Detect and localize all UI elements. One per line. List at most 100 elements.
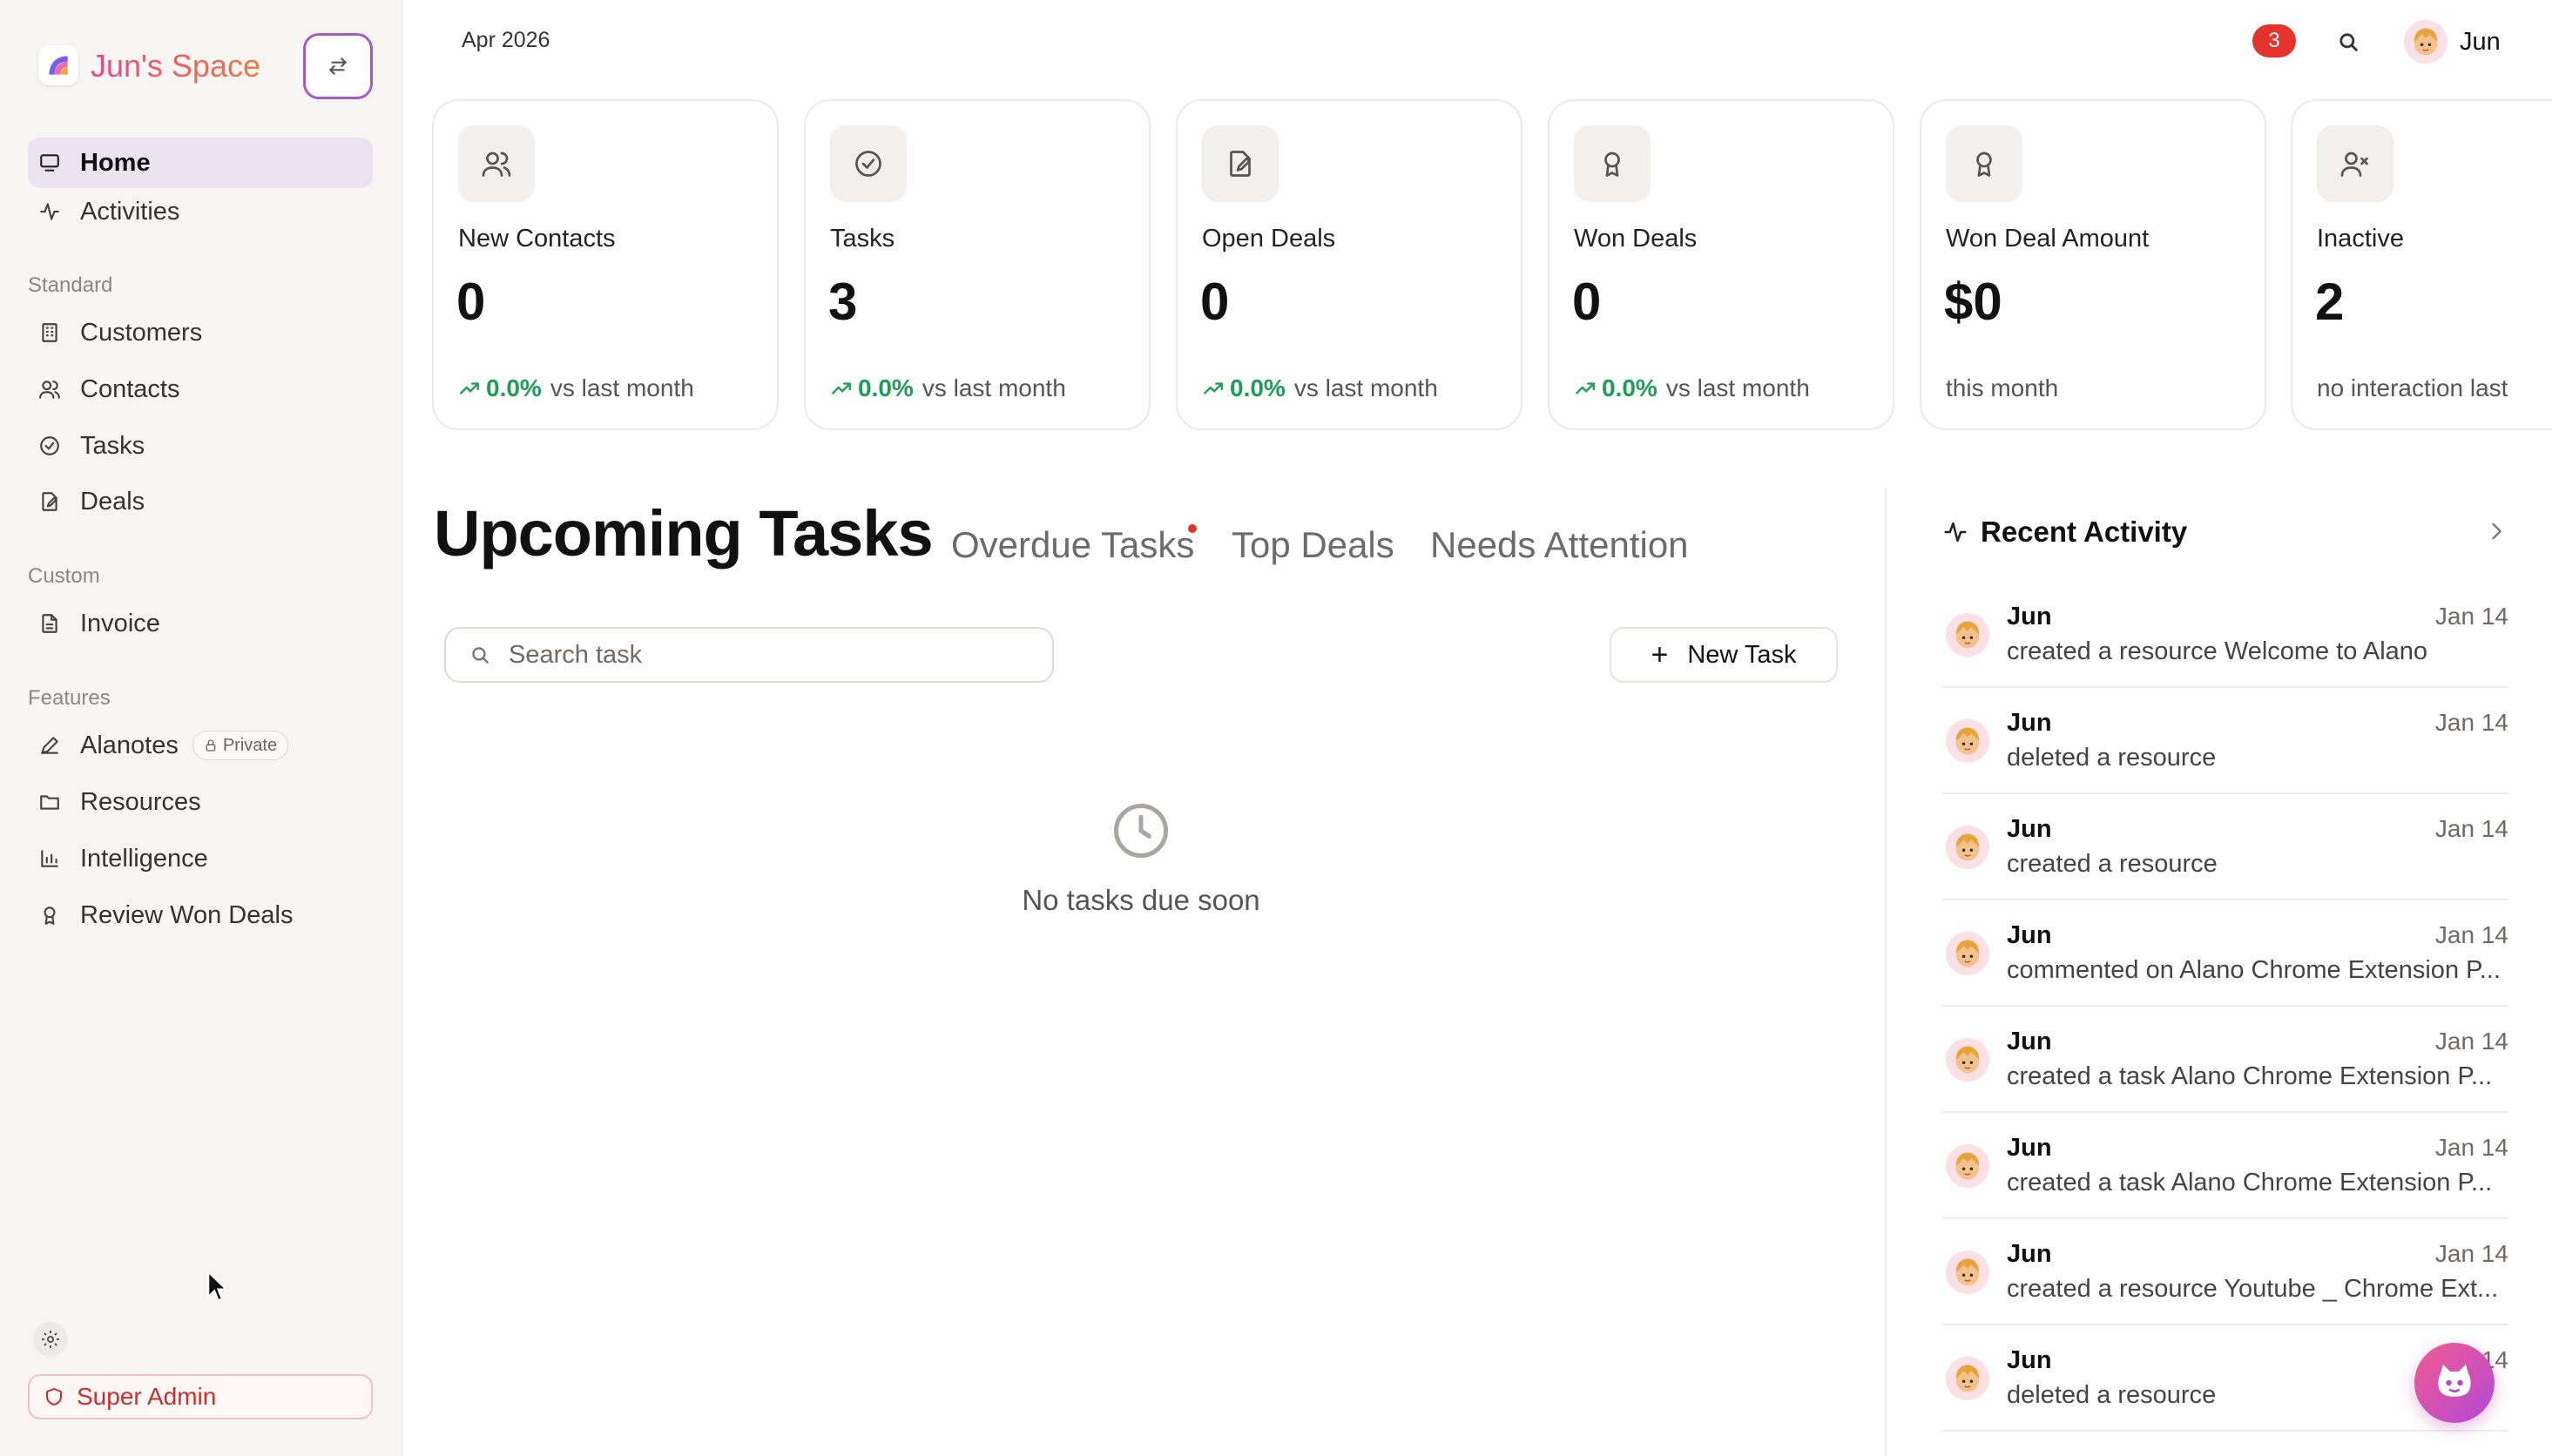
monitor-icon — [38, 152, 61, 174]
sidebar-item-home[interactable]: Home — [28, 138, 373, 188]
sidebar-item-customers[interactable]: Customers — [28, 307, 373, 358]
collapse-sidebar-button[interactable] — [303, 33, 373, 99]
chat-assistant-button[interactable] — [2414, 1343, 2495, 1423]
avatar — [1946, 1357, 1989, 1400]
stat-value: 0 — [1572, 273, 1602, 331]
stat-footer: 0.0% vs last month — [1574, 374, 1810, 402]
mouse-cursor-icon — [207, 1271, 227, 1301]
stat-card-new-contacts[interactable]: New Contacts 0 0.0% vs last month — [432, 99, 779, 430]
user-menu[interactable]: Jun — [2404, 17, 2501, 66]
activity-user: Jun — [2007, 1240, 2052, 1268]
stat-title: Inactive — [2317, 225, 2404, 253]
tab-overdue-tasks[interactable]: Overdue Tasks — [951, 524, 1194, 566]
tab-top-deals[interactable]: Top Deals — [1232, 524, 1394, 566]
avatar — [1946, 932, 1989, 975]
stat-change: 0.0% — [1230, 374, 1286, 401]
stat-foot-label: vs last month — [1665, 374, 1810, 401]
tab-needs-attention[interactable]: Needs Attention — [1430, 524, 1689, 566]
notification-badge[interactable]: 3 — [2252, 24, 2296, 57]
building-icon — [38, 321, 61, 344]
list-item[interactable]: Jun Jan 14 created a resource Youtube _ … — [1942, 1219, 2508, 1325]
sidebar-item-label: Deals — [80, 487, 145, 516]
stat-footer: no interaction last — [2317, 374, 2508, 402]
users-icon — [38, 378, 61, 401]
stat-footer: 0.0% vs last month — [1202, 374, 1438, 402]
check-circle-icon — [830, 125, 907, 202]
check-circle-icon — [38, 435, 61, 457]
tab-upcoming-tasks[interactable]: Upcoming Tasks — [434, 496, 934, 570]
activity-date: Jan 14 — [2434, 709, 2508, 736]
new-task-button[interactable]: + New Task — [1610, 627, 1838, 683]
list-item[interactable]: Jun Jan 14 deleted a resource — [1942, 688, 2508, 794]
task-search-input[interactable] — [509, 640, 1031, 670]
activity-description: created a resource Youtube _ Chrome Ext.… — [2007, 1275, 2499, 1303]
sidebar-item-review-won-deals[interactable]: Review Won Deals — [28, 890, 373, 940]
current-month-label[interactable]: Apr 2026 — [462, 28, 550, 53]
sidebar-item-invoice[interactable]: Invoice — [28, 598, 373, 649]
activity-description: created a task Alano Chrome Extension P.… — [2007, 1062, 2493, 1090]
activity-user: Jun — [2007, 603, 2052, 630]
sidebar-item-label: Tasks — [80, 431, 145, 460]
bar-chart-icon — [38, 847, 61, 870]
user-x-icon — [2317, 125, 2393, 202]
activity-user: Jun — [2007, 1028, 2052, 1055]
stat-card-won-deals[interactable]: Won Deals 0 0.0% vs last month — [1548, 99, 1894, 430]
stat-card-won-deal-amount[interactable]: Won Deal Amount $0 this month — [1920, 99, 2266, 430]
brand-name[interactable]: Jun's Space — [91, 47, 260, 85]
recent-activity-header[interactable]: Recent Activity — [1942, 510, 2508, 554]
task-search[interactable] — [444, 627, 1054, 683]
swap-arrows-icon — [329, 57, 347, 75]
activity-user: Jun — [2007, 709, 2052, 737]
sidebar-item-resources[interactable]: Resources — [28, 777, 373, 827]
list-item[interactable]: Jun Jan 14 created a task Alano Chrome E… — [1942, 1113, 2508, 1219]
activity-icon — [38, 200, 61, 223]
activity-date: Jan 14 — [2434, 1134, 2508, 1161]
avatar — [1946, 1250, 1989, 1294]
list-item[interactable]: Jun Jan 14 created a resource — [1942, 794, 2508, 900]
stat-foot-label: this month — [1946, 374, 2059, 401]
list-item[interactable]: Jun Jan 14 commented on Alano Chrome Ext… — [1942, 900, 2508, 1007]
list-item[interactable]: Jun Jan 14 created a task Alano Chrome E… — [1942, 1007, 2508, 1113]
stat-value: 0 — [456, 273, 486, 331]
section-label-custom: Custom — [28, 564, 100, 588]
pen-icon — [38, 734, 61, 757]
sidebar-item-intelligence[interactable]: Intelligence — [28, 833, 373, 884]
folder-icon — [38, 791, 61, 813]
super-admin-label: Super Admin — [77, 1383, 217, 1410]
overdue-indicator-dot — [1188, 524, 1197, 533]
sidebar-item-alanotes[interactable]: Alanotes Private — [28, 720, 373, 771]
stat-foot-label: vs last month — [550, 374, 694, 401]
stat-title: Tasks — [830, 225, 895, 253]
stat-card-open-deals[interactable]: Open Deals 0 0.0% vs last month — [1176, 99, 1522, 430]
file-text-icon — [38, 612, 61, 635]
plus-icon: + — [1651, 637, 1669, 671]
sidebar-item-activities[interactable]: Activities — [28, 186, 373, 237]
stat-card-inactive[interactable]: Inactive 2 no interaction last — [2291, 99, 2552, 430]
award-icon — [1946, 125, 2022, 202]
activity-date: Jan 14 — [2434, 603, 2508, 630]
activity-description: created a task Alano Chrome Extension P.… — [2007, 1169, 2493, 1196]
super-admin-button[interactable]: Super Admin — [28, 1374, 373, 1419]
activity-description: commented on Alano Chrome Extension P... — [2007, 956, 2501, 984]
settings-button[interactable] — [33, 1322, 68, 1357]
activity-user: Jun — [2007, 921, 2052, 949]
users-icon — [458, 125, 535, 202]
stat-change: 0.0% — [486, 374, 542, 401]
list-item[interactable]: Jun Jan 14 created a resource Welcome to… — [1942, 582, 2508, 688]
gear-icon — [42, 1331, 59, 1348]
avatar — [1946, 719, 1989, 763]
avatar — [1946, 613, 1989, 657]
chevron-right-icon[interactable] — [2484, 519, 2508, 543]
sidebar-item-label: Alanotes — [80, 731, 179, 759]
sidebar-item-label: Contacts — [80, 374, 180, 403]
stat-card-tasks[interactable]: Tasks 3 0.0% vs last month — [804, 99, 1151, 430]
stat-value: 0 — [1200, 273, 1230, 331]
sidebar-item-contacts[interactable]: Contacts — [28, 364, 373, 415]
sidebar-item-tasks[interactable]: Tasks — [28, 421, 373, 471]
sidebar-item-label: Invoice — [80, 609, 160, 637]
empty-state-message: No tasks due soon — [1022, 884, 1260, 916]
global-search-button[interactable] — [2331, 24, 2366, 59]
sidebar-item-deals[interactable]: Deals — [28, 476, 373, 527]
user-name: Jun — [2460, 27, 2501, 56]
section-label-features: Features — [28, 686, 111, 710]
